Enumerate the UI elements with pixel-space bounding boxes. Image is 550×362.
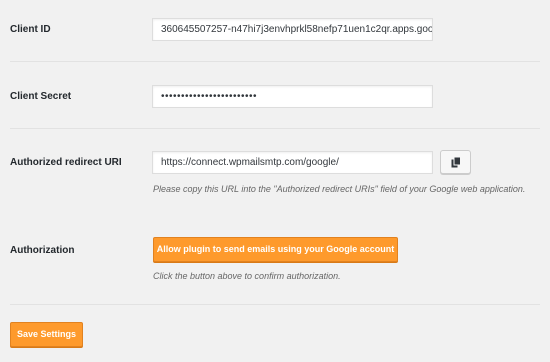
redirect-uri-label: Authorized redirect URI	[10, 157, 122, 168]
divider	[10, 61, 540, 62]
client-secret-label: Client Secret	[10, 91, 72, 102]
authorization-label: Authorization	[10, 245, 75, 256]
divider	[10, 304, 540, 305]
client-secret-input[interactable]: ••••••••••••••••••••••••	[152, 85, 433, 108]
divider	[10, 128, 540, 129]
redirect-uri-description: Please copy this URL into the "Authorize…	[153, 184, 526, 194]
copy-button[interactable]	[440, 150, 471, 174]
client-id-label: Client ID	[10, 24, 51, 35]
copy-icon	[451, 156, 461, 167]
redirect-uri-input[interactable]: https://connect.wpmailsmtp.com/google/	[152, 151, 433, 174]
save-settings-button[interactable]: Save Settings	[10, 322, 83, 347]
client-id-input[interactable]: 360645507257-n47hi7j3envhprkl58nefp71uen…	[152, 18, 433, 41]
authorization-description: Click the button above to confirm author…	[153, 271, 341, 281]
authorize-button[interactable]: Allow plugin to send emails using your G…	[153, 237, 398, 262]
